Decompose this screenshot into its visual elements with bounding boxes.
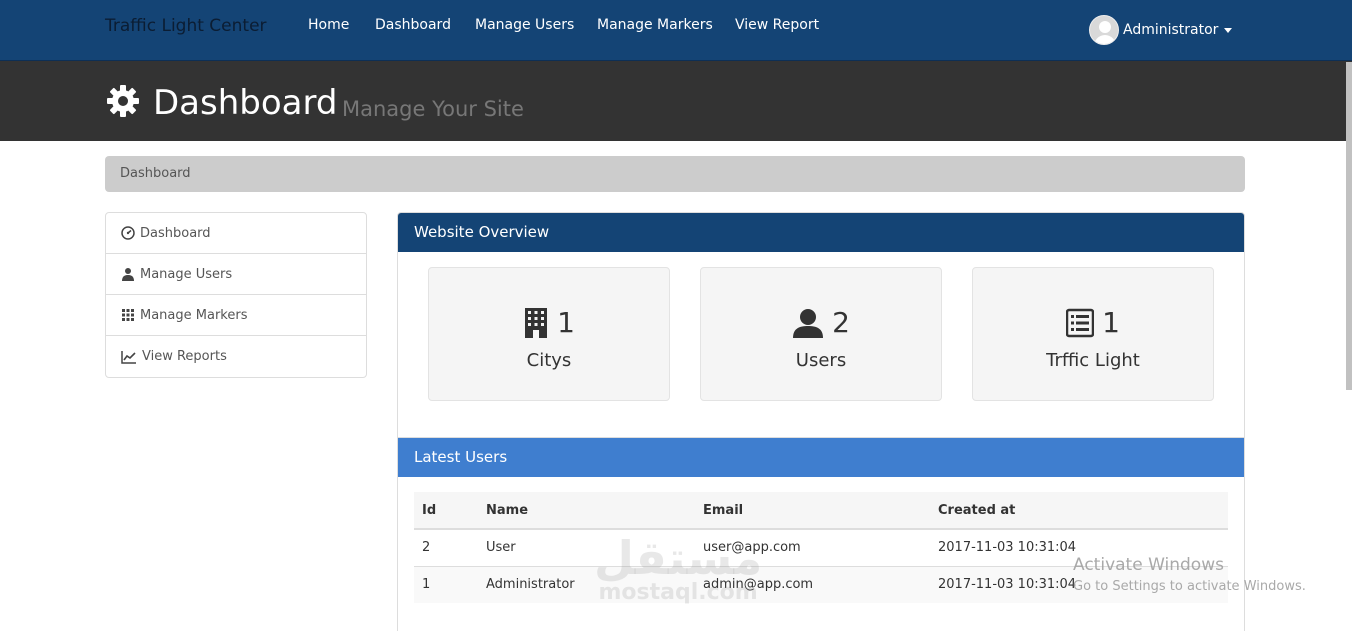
column-header: Email: [695, 492, 930, 530]
stat-label: Citys: [526, 350, 572, 371]
dashboard-icon: [121, 226, 135, 240]
stat-value: 2: [832, 306, 850, 339]
gear-icon: [107, 85, 139, 117]
user-name: Administrator: [1123, 22, 1219, 38]
nav-home[interactable]: Home: [308, 17, 349, 33]
breadcrumb: Dashboard: [105, 156, 1245, 192]
nav-manage-markers[interactable]: Manage Markers: [597, 17, 713, 33]
chart-icon: [121, 350, 136, 364]
sidebar-item-view-reports[interactable]: View Reports: [106, 336, 366, 377]
column-header: Name: [478, 492, 695, 530]
page-subtitle: Manage Your Site: [342, 97, 524, 121]
brand-link[interactable]: Traffic Light Center: [105, 16, 267, 36]
grid-icon: [122, 309, 134, 321]
page-header: Dashboard Manage Your Site: [0, 61, 1352, 141]
top-navbar: Traffic Light Center Home Dashboard Mana…: [0, 0, 1352, 61]
stat-card-users: 2 Users: [700, 267, 942, 401]
nav-manage-users[interactable]: Manage Users: [475, 17, 574, 33]
cell-email: admin@app.com: [695, 565, 930, 603]
sidebar-item-label: Manage Markers: [140, 307, 248, 323]
user-menu[interactable]: Administrator: [1089, 14, 1233, 46]
activate-subtitle: Go to Settings to activate Windows.: [1073, 579, 1306, 594]
latest-users-panel: Latest Users Id Name Email Created at 2 …: [398, 437, 1244, 631]
stat-label: Users: [795, 350, 847, 371]
page-title: Dashboard: [153, 83, 338, 123]
stat-card-traffic-light: 1 Trffic Light: [972, 267, 1214, 401]
nav-view-report[interactable]: View Report: [735, 17, 819, 33]
panel-title: Website Overview: [398, 213, 1244, 252]
caret-down-icon: [1224, 27, 1233, 33]
column-header: Id: [414, 492, 478, 530]
cell-id: 1: [414, 565, 478, 603]
building-icon: [525, 307, 548, 338]
activate-windows-notice: Activate Windows Go to Settings to activ…: [1073, 555, 1306, 594]
stat-card-citys: 1 Citys: [428, 267, 670, 401]
cell-email: user@app.com: [695, 528, 930, 566]
stat-label: Trffic Light: [1046, 350, 1140, 371]
nav-dashboard[interactable]: Dashboard: [375, 17, 451, 33]
panel-title: Latest Users: [398, 438, 1244, 477]
list-icon: [1066, 308, 1095, 337]
stat-value: 1: [1102, 306, 1120, 339]
activate-title: Activate Windows: [1073, 555, 1224, 575]
user-icon: [793, 308, 824, 338]
cell-name: User: [478, 528, 695, 566]
sidebar-item-label: View Reports: [142, 349, 227, 364]
cell-name: Administrator: [478, 565, 695, 603]
sidebar-item-label: Dashboard: [140, 225, 211, 241]
sidebar-item-manage-users[interactable]: Manage Users: [106, 254, 366, 295]
cell-id: 2: [414, 528, 478, 566]
page-scrollbar[interactable]: [1346, 62, 1352, 390]
sidebar-item-dashboard[interactable]: Dashboard: [106, 213, 366, 254]
stat-value: 1: [557, 306, 575, 339]
sidebar-item-manage-markers[interactable]: Manage Markers: [106, 295, 366, 336]
column-header: Created at: [930, 492, 1228, 530]
sidebar-menu: Dashboard Manage Users Manage Markers Vi…: [105, 212, 367, 378]
sidebar-item-label: Manage Users: [140, 266, 233, 282]
table-header-row: Id Name Email Created at: [414, 492, 1228, 530]
avatar: [1089, 15, 1119, 45]
user-icon: [122, 268, 134, 281]
